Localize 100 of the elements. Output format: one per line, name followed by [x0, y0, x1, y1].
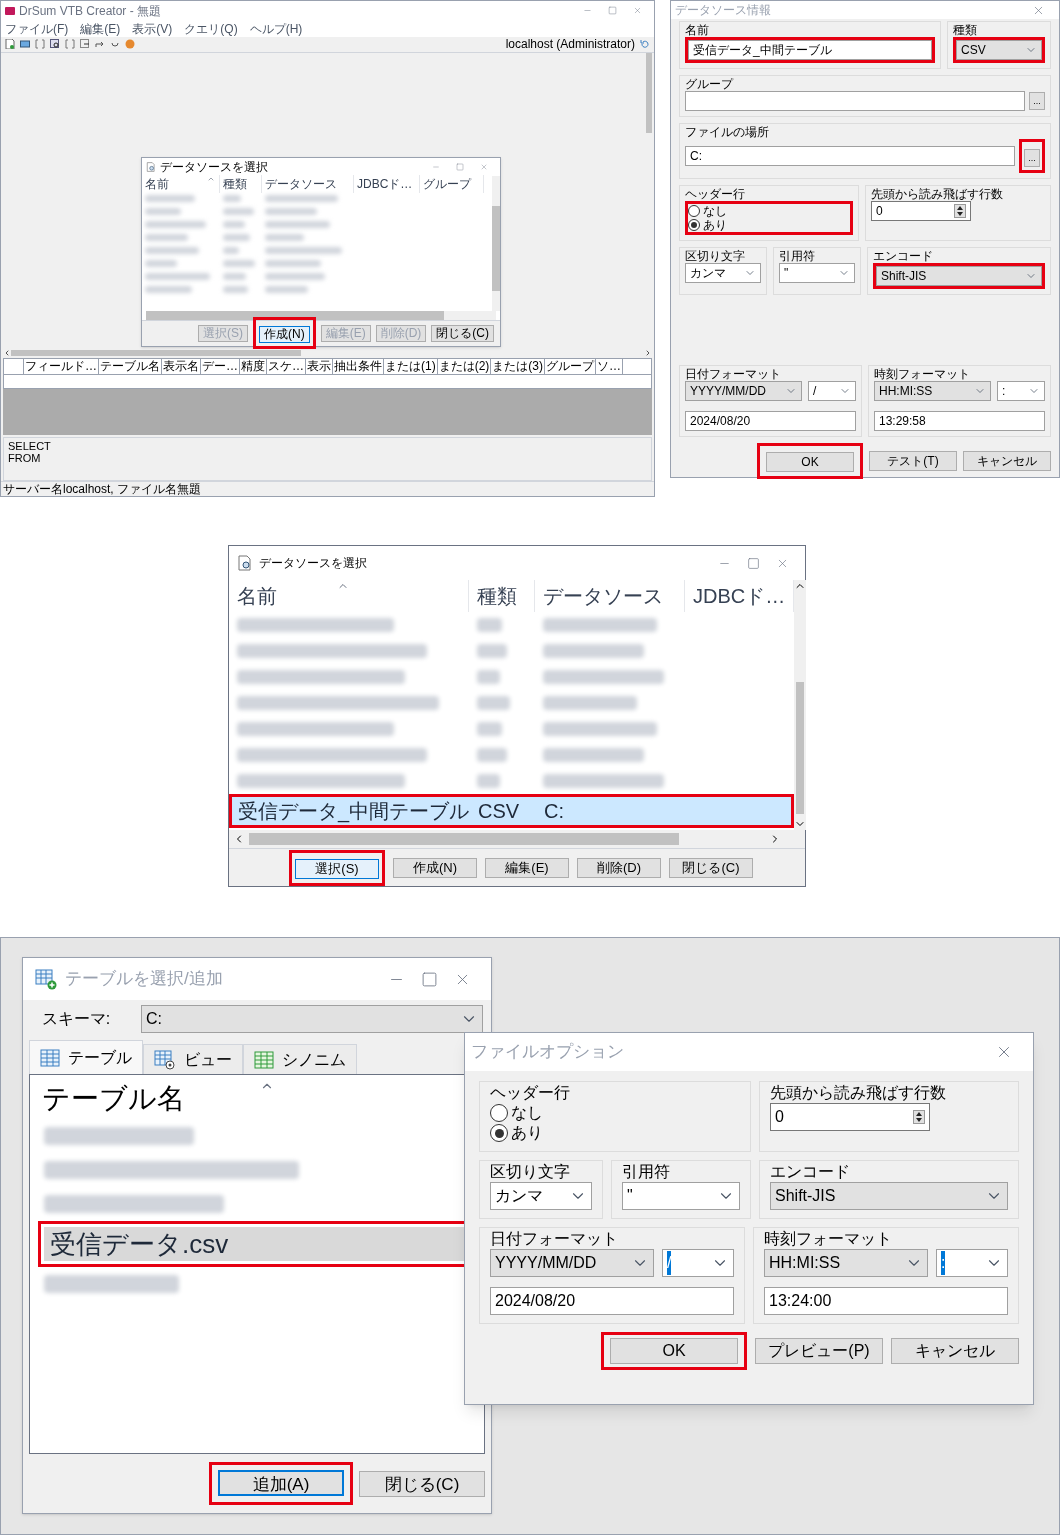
maximize-icon[interactable] — [421, 970, 438, 988]
dropdown[interactable]: CSV — [956, 40, 1042, 60]
dialog-button[interactable]: 削除(D) — [577, 857, 661, 878]
magnifier-icon[interactable] — [50, 39, 60, 50]
dropdown[interactable]: : — [997, 381, 1045, 401]
new-document-icon[interactable] — [5, 39, 15, 50]
column-header[interactable]: 精度 — [240, 359, 267, 375]
menu-item[interactable]: 表示(V) — [132, 21, 173, 36]
bracket-icon[interactable] — [65, 39, 75, 50]
dropdown[interactable]: YYYY/MM/DD — [685, 381, 802, 401]
column-header[interactable]: データソース — [535, 580, 685, 612]
column-header[interactable]: スケ… — [267, 359, 306, 375]
radio-button[interactable] — [490, 1104, 508, 1122]
column-header[interactable]: または(3) — [491, 359, 545, 375]
sql-text-area[interactable]: SELECT FROM — [3, 437, 652, 481]
close-icon[interactable] — [633, 6, 642, 16]
vertical-scrollbar[interactable] — [794, 580, 807, 830]
radio-button[interactable] — [688, 205, 700, 217]
scroll-right-icon[interactable] — [644, 349, 652, 358]
dialog-button[interactable]: 選択(S) — [295, 858, 379, 879]
dropdown[interactable]: カンマ — [490, 1182, 592, 1210]
column-header[interactable]: 名前 — [229, 580, 469, 612]
dialog-button[interactable]: 閉じる(C) — [431, 324, 494, 342]
dialog-button[interactable]: 追加(A) — [218, 1470, 344, 1496]
vertical-scrollbar[interactable] — [492, 175, 500, 311]
column-header[interactable]: 抽出条件 — [333, 359, 384, 375]
dialog-button[interactable]: キャンセル — [963, 451, 1051, 471]
spinner-arrows-icon[interactable] — [954, 204, 966, 218]
dialog-button[interactable]: テスト(T) — [869, 451, 957, 471]
menu-item[interactable]: 編集(E) — [80, 21, 121, 36]
list-row[interactable]: 受信データ_中間テーブル CSV C: — [232, 797, 792, 825]
tab[interactable]: シノニム — [243, 1044, 357, 1074]
dropdown[interactable]: : — [936, 1249, 1008, 1277]
dropdown[interactable]: / — [808, 381, 856, 401]
text-field[interactable] — [685, 91, 1025, 111]
folder-icon[interactable] — [20, 39, 30, 50]
insert-icon[interactable] — [80, 39, 90, 50]
text-field[interactable]: 受信データ_中間テーブル — [688, 40, 932, 60]
dropdown[interactable]: " — [622, 1182, 740, 1210]
bracket-icon[interactable] — [35, 39, 45, 50]
dialog-button[interactable]: OK — [610, 1338, 738, 1364]
menu-item[interactable]: ヘルプ(H) — [249, 21, 303, 36]
number-field[interactable]: 0 — [871, 201, 971, 221]
maximize-icon[interactable] — [456, 162, 464, 171]
dialog-button[interactable]: プレビュー(P) — [755, 1338, 883, 1364]
text-field[interactable]: 2024/08/20 — [490, 1287, 734, 1315]
redo-icon[interactable] — [95, 39, 105, 50]
text-field[interactable]: 13:24:00 — [764, 1287, 1008, 1315]
column-header[interactable]: 種類 — [220, 174, 262, 193]
text-field[interactable]: 2024/08/20 — [685, 411, 856, 431]
column-header[interactable]: グループ — [545, 359, 596, 375]
dropdown[interactable]: Shift-JIS — [876, 266, 1042, 286]
text-field[interactable]: 13:29:58 — [874, 411, 1045, 431]
column-header[interactable]: 表示名 — [162, 359, 201, 375]
dialog-button[interactable]: 編集(E) — [485, 857, 569, 878]
browse-button[interactable]: ... — [1029, 92, 1045, 110]
dialog-button[interactable]: OK — [766, 452, 854, 472]
spinner-arrows-icon[interactable] — [913, 1110, 925, 1124]
dialog-button[interactable]: 作成(N) — [259, 325, 310, 343]
dialog-button[interactable]: 閉じる(C) — [669, 857, 753, 878]
radio-button[interactable] — [688, 219, 700, 231]
column-header[interactable]: 種類 — [469, 580, 535, 612]
tab[interactable]: テーブル — [29, 1040, 143, 1074]
dialog-button[interactable]: 閉じる(C) — [359, 1470, 485, 1497]
tab[interactable]: ビュー — [143, 1044, 243, 1074]
column-header[interactable]: テーブル名 — [38, 1079, 474, 1119]
dialog-button[interactable]: 作成(N) — [393, 857, 477, 878]
menu-item[interactable]: クエリ(Q) — [184, 21, 238, 36]
dropdown[interactable]: カンマ — [685, 263, 761, 283]
radio-label: あり — [703, 218, 727, 232]
column-header[interactable]: 表示 — [306, 359, 333, 375]
column-header[interactable]: データソース — [262, 174, 354, 193]
dropdown[interactable]: HH:MI:SS — [874, 381, 991, 401]
column-header[interactable]: または(1) — [384, 359, 438, 375]
scroll-left-icon[interactable] — [3, 349, 11, 358]
dropdown[interactable]: HH:MI:SS — [764, 1249, 928, 1277]
radio-button[interactable] — [490, 1124, 508, 1142]
close-icon[interactable] — [480, 162, 488, 171]
column-header[interactable]: デー… — [201, 359, 240, 375]
dropdown[interactable]: Shift-JIS — [770, 1182, 1008, 1210]
dropdown[interactable]: YYYY/MM/DD — [490, 1249, 654, 1277]
column-header[interactable]: グループ — [420, 174, 484, 193]
horizontal-scrollbar[interactable] — [146, 310, 496, 320]
menu-item[interactable]: ファイル(F) — [5, 21, 69, 36]
column-header[interactable]: フィールド… — [24, 359, 99, 375]
dialog-button[interactable]: キャンセル — [891, 1338, 1019, 1364]
column-header[interactable]: テーブル名 — [99, 359, 162, 375]
column-header[interactable]: 名前 — [142, 174, 220, 193]
maximize-icon[interactable] — [747, 556, 760, 570]
dropdown[interactable]: C: — [141, 1005, 483, 1033]
column-header[interactable]: または(2) — [437, 359, 492, 375]
maximize-icon[interactable] — [608, 6, 617, 16]
column-header[interactable]: JDBCド… — [354, 174, 420, 193]
number-field[interactable]: 0 — [770, 1103, 930, 1131]
browse-button[interactable]: ... — [1024, 149, 1040, 167]
text-field[interactable]: C: — [685, 146, 1015, 166]
dropdown[interactable]: " — [779, 263, 855, 283]
dropdown[interactable]: / — [662, 1249, 734, 1277]
column-header[interactable]: ソ… — [596, 359, 623, 375]
refresh-icon[interactable] — [640, 39, 650, 50]
